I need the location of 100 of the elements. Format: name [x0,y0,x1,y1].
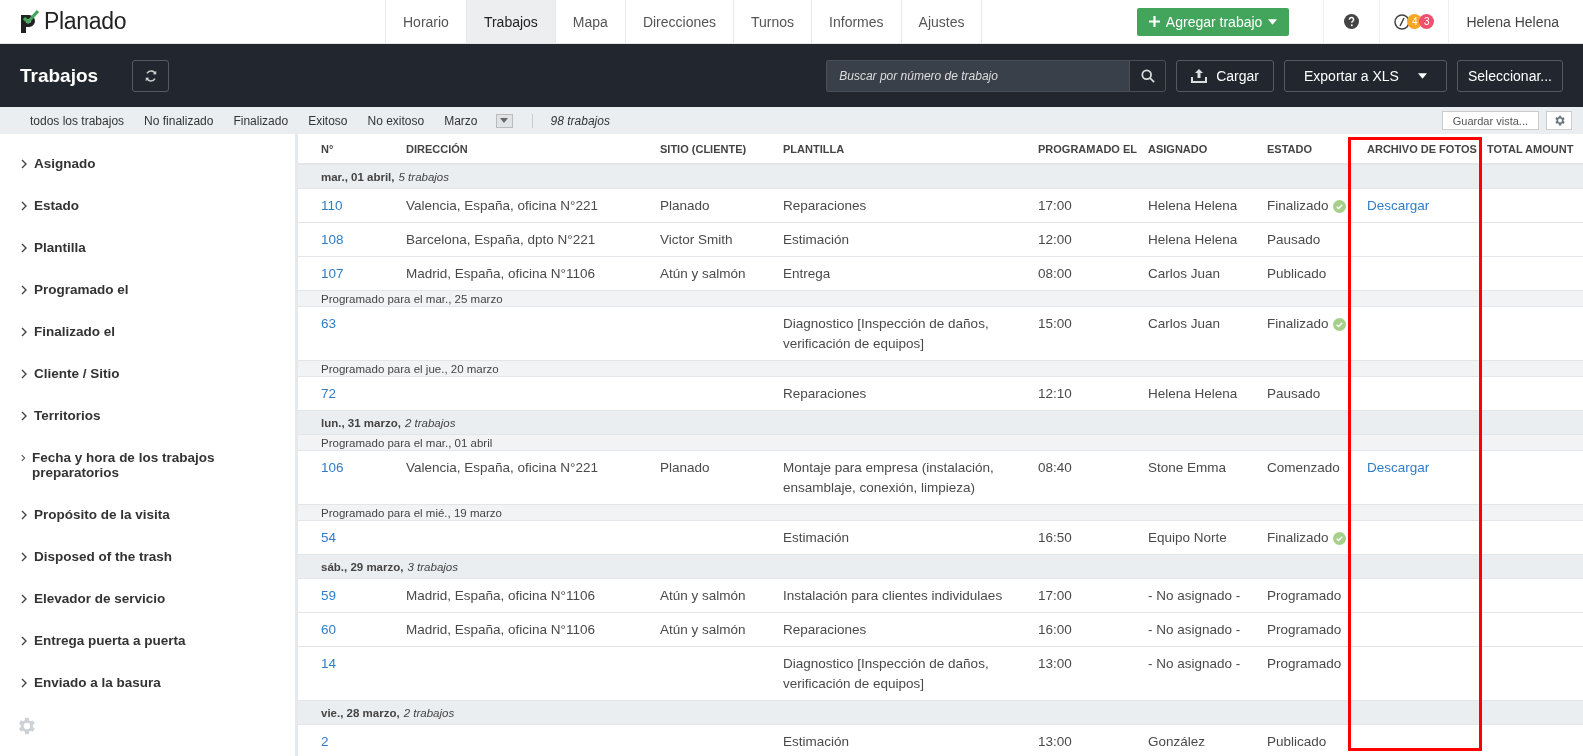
filter-section[interactable]: Propósito de la visita [21,507,231,549]
table-cell-text: Barcelona, España, dpto N°221 [406,231,597,249]
table-cell-text: Atún y salmón [660,265,747,283]
column-header: ASIGNADO [1148,142,1209,155]
chevron-right-icon [21,243,28,253]
chevron-right-icon [21,594,28,604]
filter-section[interactable]: Asignado [21,156,231,198]
filter-section[interactable]: Entrega puerta a puerta [21,633,231,675]
chevron-right-icon [21,285,28,295]
filter-section[interactable]: Finalizado el [21,324,231,366]
filter-section-label: Estado [34,198,79,213]
filter-section[interactable]: Programado el [21,282,231,324]
select-button[interactable]: Seleccionar... [1456,59,1563,92]
status-text: Publicado [1267,265,1327,283]
filter-section[interactable]: Territorios [21,408,231,450]
filter-section[interactable]: Estado [21,198,231,240]
upload-icon [1191,68,1208,83]
column-header: DIRECCIÓN [406,142,469,155]
job-number-link[interactable]: 14 [321,654,337,674]
gauge-icon[interactable] [1394,13,1411,30]
schedule-note: Programado para el mar., 01 abril [321,437,493,449]
filter-link[interactable]: No exitoso [367,113,425,128]
table-cell-text: Reparaciones [783,385,868,403]
status-text: Finalizado [1267,315,1329,333]
column-header: TOTAL AMOUNT [1487,142,1575,155]
filter-section-label: Cliente / Sitio [34,366,120,381]
help-icon[interactable] [1344,14,1360,29]
job-number-link[interactable]: 72 [321,384,337,404]
chevron-right-icon [21,159,28,169]
filter-link[interactable]: Finalizado [233,113,289,128]
filter-section-label: Programado el [34,282,129,297]
job-number-link[interactable]: 108 [321,230,344,250]
refresh-button[interactable] [132,59,170,92]
status-text: Programado [1267,655,1342,673]
schedule-note: Programado para el mar., 25 marzo [321,293,503,305]
table-cell-text: Diagnostico [Inspección de daños, verificación de equipos] [783,315,990,353]
filter-link[interactable]: Exitoso [308,113,348,128]
column-header: SITIO (CLIENTE) [660,142,748,155]
save-view-button[interactable]: Guardar vista... [1441,111,1539,130]
table-cell-text: Estimación [783,231,851,249]
status-text: Programado [1267,587,1342,605]
export-button[interactable]: Exportar a XLS [1284,59,1447,92]
job-number-link[interactable]: 60 [321,620,337,640]
status-text: Comenzado [1267,459,1340,477]
filter-section[interactable]: Plantilla [21,240,231,282]
filter-section[interactable]: Fecha y hora de los trabajos preparatorios [21,450,231,507]
caret-icon [1417,72,1427,79]
chevron-right-icon [21,411,28,421]
filter-section-label: Entrega puerta a puerta [34,633,186,648]
table-cell-text: 17:00 [1038,587,1073,605]
dropdown-button[interactable] [495,113,513,128]
filter-link[interactable]: No finalizado [144,113,214,128]
filter-link[interactable]: todos los trabajos [30,113,125,128]
column-header: N° [321,142,335,155]
download-link[interactable]: Descargar [1367,458,1430,478]
search-icon [1140,68,1155,83]
table-cell-text: 15:00 [1038,315,1073,333]
table-cell-text: Stone Emma [1148,459,1228,477]
nav-tab[interactable]: Trabajos [466,0,556,43]
download-link[interactable]: Descargar [1367,196,1430,216]
search-button[interactable] [1129,59,1167,92]
table-cell-text: González [1148,733,1207,751]
job-number-link[interactable]: 106 [321,458,344,478]
status-text: Pausado [1267,385,1321,403]
table-cell-text: 16:50 [1038,529,1073,547]
table-cell-text: Helena Helena [1148,385,1239,403]
job-number-link[interactable]: 59 [321,586,337,606]
table-cell-text: Reparaciones [783,621,868,639]
day-header: sáb., 29 marzo, [321,561,404,573]
job-count: 2 trabajos [403,707,455,719]
count-badge: 4 [1407,14,1423,29]
upload-button[interactable]: Cargar [1176,59,1274,92]
filter-link[interactable]: Marzo [444,113,478,128]
day-header: vie., 28 marzo, [321,707,400,719]
schedule-note: Programado para el mié., 19 marzo [321,507,502,519]
table-cell-text: - No asignado - [1148,587,1242,605]
table-cell-text: Madrid, España, oficina N°1106 [406,587,596,605]
filter-section[interactable]: Elevador de servicio [21,591,231,633]
chevron-right-icon [21,453,27,463]
filter-section[interactable]: Enviado a la basura [21,675,231,717]
job-number-link[interactable]: 54 [321,528,337,548]
filter-section[interactable]: Cliente / Sitio [21,366,231,408]
status-text: Pausado [1267,231,1321,249]
filter-section-label: Disposed of the trash [34,549,173,564]
table-cell-text: Diagnostico [Inspección de daños, verificación de equipos] [783,655,990,693]
job-number-link[interactable]: 2 [321,732,329,752]
table-cell-text: Helena Helena [1148,197,1239,215]
chevron-right-icon [21,201,28,211]
search-field[interactable]: Buscar por número de trabajo [826,59,1130,92]
table-cell-text: 08:40 [1038,459,1073,477]
job-number-link[interactable]: 63 [321,314,337,334]
filter-section-label: Asignado [34,156,96,171]
user-name[interactable]: Helena Helena [1448,0,1583,43]
job-count: 5 trabajos [398,171,450,183]
job-number-link[interactable]: 110 [321,196,343,216]
job-number-link[interactable]: 107 [321,264,344,284]
column-header: PROGRAMADO EL [1038,142,1138,155]
filter-section[interactable]: Disposed of the trash [21,549,231,591]
table-cell-text: Estimación [783,733,851,751]
view-settings-button[interactable] [1546,111,1572,130]
